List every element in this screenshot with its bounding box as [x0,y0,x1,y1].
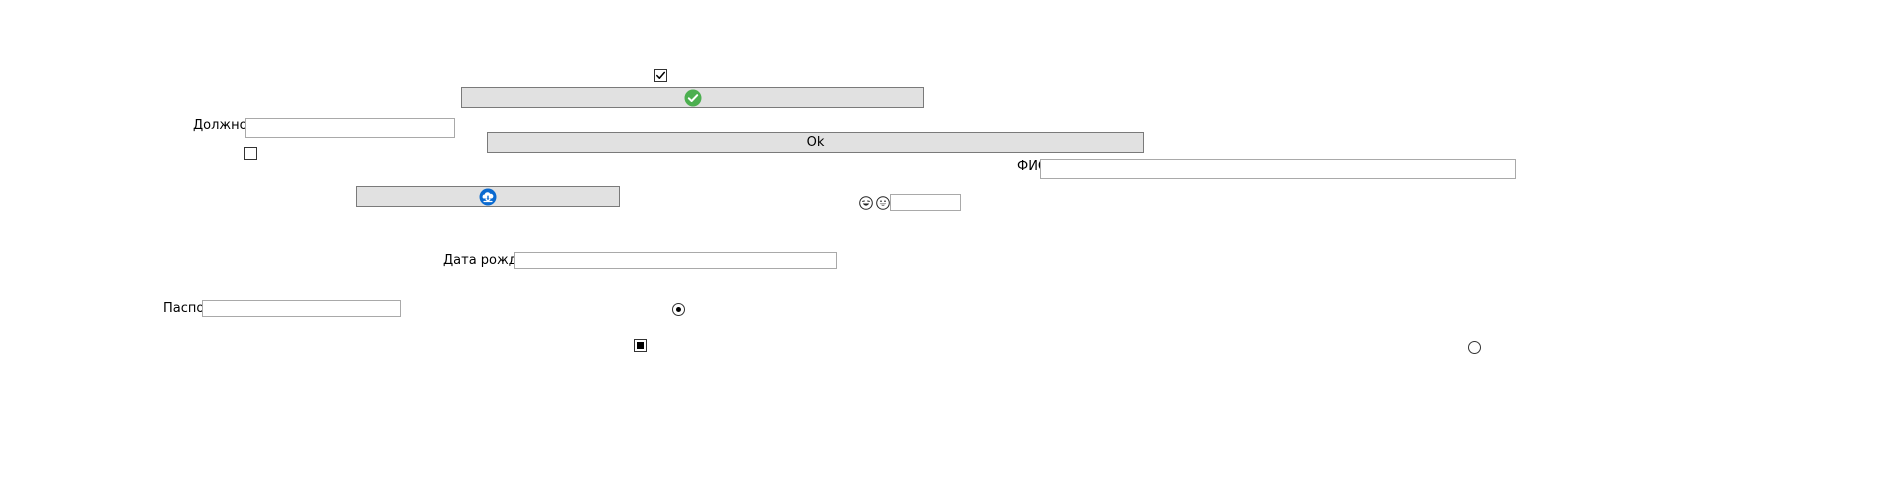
middle-radio[interactable] [672,303,685,316]
checkmark-icon [656,71,666,79]
grinning-face-icon [876,196,890,210]
left-checkbox[interactable] [244,147,257,160]
fio-field[interactable] [1040,159,1516,179]
check-circle-icon [684,89,701,106]
small-field[interactable] [890,194,961,211]
right-radio[interactable] [1468,341,1481,354]
cloud-button[interactable] [356,186,620,207]
position-field[interactable] [245,118,455,138]
check-button[interactable] [461,87,924,108]
indeterminate-mark [637,342,644,349]
birthdate-field[interactable] [514,252,837,269]
top-checkbox[interactable] [654,69,667,82]
laughing-face-icon [859,196,873,210]
ok-button[interactable]: Ok [487,132,1144,153]
cloud-arrow-icon [479,188,497,205]
bottom-checkbox[interactable] [634,339,647,352]
passport-field[interactable] [202,300,401,317]
ok-button-label: Ok [806,135,825,150]
